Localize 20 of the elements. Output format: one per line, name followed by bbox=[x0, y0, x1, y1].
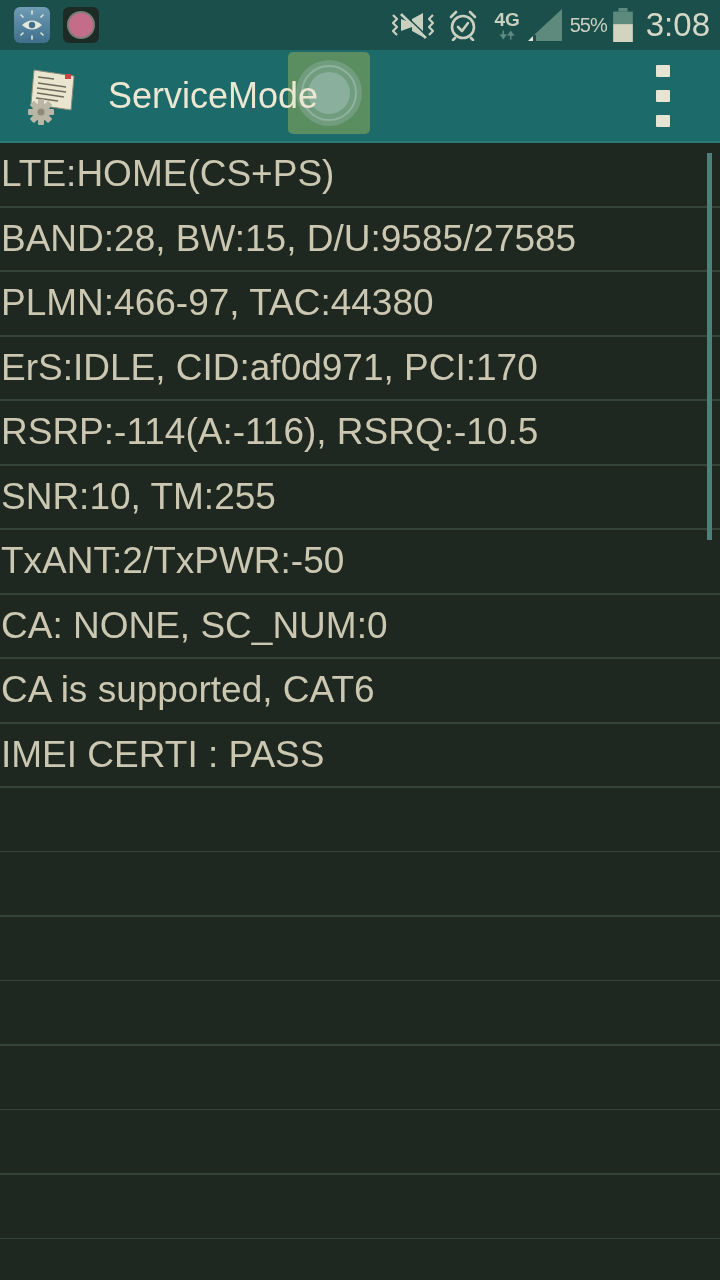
info-line: IMEI CERTI : PASS bbox=[0, 732, 325, 777]
battery-icon bbox=[611, 8, 634, 42]
signal-strength-icon bbox=[527, 9, 562, 41]
data-arrows-icon bbox=[498, 30, 517, 40]
overflow-menu-icon[interactable] bbox=[656, 64, 670, 127]
info-line: PLMN:466-97, TAC:44380 bbox=[0, 281, 434, 326]
info-line: ErS:IDLE, CID:af0d971, PCI:170 bbox=[0, 345, 538, 390]
battery-percent-label: 55% bbox=[569, 13, 607, 37]
vibrate-mute-icon bbox=[390, 10, 437, 40]
info-line: TxANT:2/TxPWR:-50 bbox=[0, 539, 345, 584]
info-line: SNR:10, TM:255 bbox=[0, 474, 276, 519]
info-line: CA: NONE, SC_NUM:0 bbox=[0, 603, 388, 648]
alarm-clock-icon bbox=[448, 9, 479, 41]
info-line: BAND:28, BW:15, D/U:9585/27585 bbox=[0, 216, 577, 261]
eye-sun-icon bbox=[14, 7, 50, 43]
clock-time: 3:08 bbox=[645, 5, 710, 45]
info-line: RSRP:-114(A:-116), RSRQ:-10.5 bbox=[0, 410, 539, 455]
network-type-label: 4G bbox=[494, 10, 520, 29]
info-line: CA is supported, CAT6 bbox=[0, 668, 375, 713]
info-line: LTE:HOME(CS+PS) bbox=[0, 152, 335, 197]
